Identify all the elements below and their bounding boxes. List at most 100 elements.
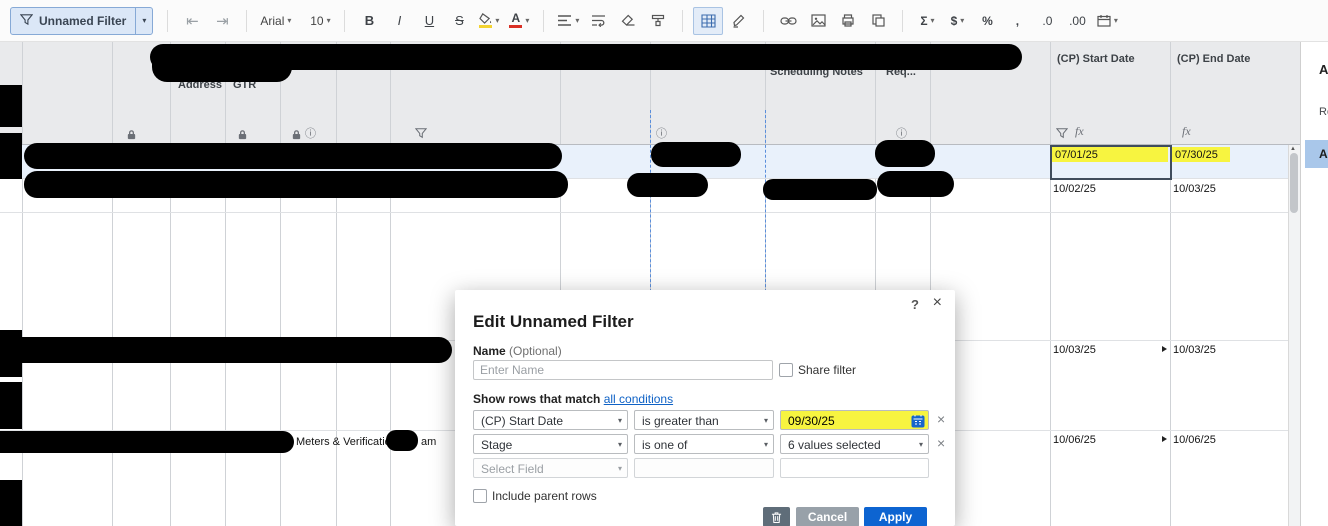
text-color-button[interactable]: A ▾: [505, 8, 533, 34]
match-conditions-label: Show rows that match all conditions: [473, 392, 674, 406]
calendar-icon[interactable]: [911, 414, 925, 434]
column-header-cp-start-date[interactable]: (CP) Start Date: [1057, 53, 1135, 65]
info-icon[interactable]: ⓘ: [896, 125, 907, 141]
toolbar-separator: [682, 9, 684, 32]
right-panel-selected-item[interactable]: A: [1305, 140, 1328, 168]
align-button[interactable]: ▾: [554, 8, 582, 34]
right-panel-item[interactable]: Re: [1319, 106, 1328, 118]
cancel-button[interactable]: Cancel: [796, 507, 859, 526]
italic-button[interactable]: I: [385, 8, 413, 34]
delete-filter-button[interactable]: [763, 507, 790, 526]
format-painter-button[interactable]: [644, 8, 672, 34]
grid-line: [170, 42, 171, 526]
clear-formatting-button[interactable]: [614, 8, 642, 34]
paste-special-button[interactable]: [864, 8, 892, 34]
name-label: Name (Optional): [473, 344, 562, 358]
calendar-icon: [1097, 15, 1111, 27]
redaction-bar: [0, 337, 452, 363]
cell-cp-start-date[interactable]: 10/03/25: [1053, 344, 1096, 356]
decrease-decimal-button[interactable]: .0: [1033, 8, 1061, 34]
column-filter-icon[interactable]: [1055, 126, 1069, 144]
include-parent-rows-label: Include parent rows: [492, 489, 597, 503]
unnamed-filter-button[interactable]: Unnamed Filter: [11, 8, 135, 34]
toolbar: Unnamed Filter ▾ ⇤ ⇥ Arial ▾ 10 ▾ B I U …: [0, 0, 1328, 42]
condition-operator-select[interactable]: is greater than ▾: [634, 410, 774, 430]
cell-text-fragment[interactable]: Meters & Verification: [296, 436, 397, 448]
insert-image-button[interactable]: [804, 8, 832, 34]
chevron-down-icon: ▾: [918, 440, 923, 449]
toolbar-separator: [344, 9, 346, 32]
cell-cp-end-date[interactable]: 10/03/25: [1173, 183, 1216, 195]
close-icon[interactable]: ×: [933, 294, 942, 312]
outdent-button[interactable]: ⇤: [178, 8, 206, 34]
cell-cp-end-date[interactable]: 10/03/25: [1173, 344, 1216, 356]
font-family-select[interactable]: Arial ▾: [257, 8, 294, 34]
thousands-separator-button[interactable]: ,: [1003, 8, 1031, 34]
filter-name-input[interactable]: [473, 360, 773, 380]
remove-condition-button[interactable]: ×: [937, 435, 945, 451]
grid-view-button[interactable]: [693, 6, 724, 35]
filter-dropdown-button[interactable]: ▾: [135, 7, 152, 34]
print-button[interactable]: [834, 8, 862, 34]
grid-line: [1170, 42, 1171, 526]
cell-cp-end-date[interactable]: 07/30/25: [1175, 149, 1218, 161]
bold-button[interactable]: B: [355, 8, 383, 34]
chevron-down-icon: ▾: [142, 16, 147, 25]
grid-icon: [701, 13, 716, 28]
highlight-changes-button[interactable]: [725, 8, 753, 34]
condition-field-select[interactable]: Select Field ▾: [473, 458, 628, 478]
dialog-title: Edit Unnamed Filter: [473, 312, 634, 331]
image-icon: [811, 14, 826, 27]
fill-color-button[interactable]: ▾: [475, 8, 503, 34]
fill-color-swatch: [479, 25, 493, 28]
cell-cp-start-date[interactable]: 07/01/25: [1055, 149, 1098, 161]
column-filter-icon[interactable]: [414, 126, 428, 144]
redaction-bar: [627, 173, 708, 197]
application-window: Unnamed Filter ▾ ⇤ ⇥ Arial ▾ 10 ▾ B I U …: [0, 0, 1328, 526]
toolbar-separator: [763, 9, 765, 32]
chevron-down-icon: ▾: [930, 16, 935, 25]
date-format-button[interactable]: ▾: [1093, 8, 1121, 34]
apply-button[interactable]: Apply: [864, 507, 927, 526]
insert-link-button[interactable]: [774, 8, 802, 34]
condition-field-select[interactable]: (CP) Start Date ▾: [473, 410, 628, 430]
currency-format-button[interactable]: $ ▾: [943, 8, 971, 34]
info-icon[interactable]: ⓘ: [305, 125, 316, 141]
cell-cp-start-date[interactable]: 10/06/25: [1053, 434, 1096, 446]
text-color-swatch: [509, 25, 523, 28]
sum-button[interactable]: Σ ▾: [913, 8, 941, 34]
column-header-cp-end-date[interactable]: (CP) End Date: [1177, 53, 1250, 65]
font-size-select[interactable]: 10 ▾: [306, 8, 334, 34]
wrap-text-button[interactable]: [584, 8, 612, 34]
cell-cp-start-date[interactable]: 10/02/25: [1053, 183, 1096, 195]
info-icon[interactable]: ⓘ: [656, 125, 667, 141]
condition-value-select[interactable]: 6 values selected ▾: [780, 434, 929, 454]
share-filter-checkbox[interactable]: [779, 363, 793, 377]
redaction-bar: [877, 171, 954, 197]
condition-value-date-input[interactable]: 09/30/25: [780, 410, 929, 430]
scrollbar-thumb[interactable]: [1290, 153, 1298, 213]
indent-button[interactable]: ⇥: [208, 8, 236, 34]
grid-line: [22, 42, 23, 526]
strikethrough-button[interactable]: S: [445, 8, 473, 34]
increase-decimal-button[interactable]: .00: [1063, 8, 1091, 34]
condition-field-select[interactable]: Stage ▾: [473, 434, 628, 454]
underline-button[interactable]: U: [415, 8, 443, 34]
percent-format-button[interactable]: %: [973, 8, 1001, 34]
grid-line: [225, 42, 226, 526]
all-conditions-link[interactable]: all conditions: [604, 392, 673, 406]
redaction-bar: [0, 133, 22, 179]
redaction-bar: [651, 142, 741, 167]
redaction-bar: [0, 85, 22, 127]
condition-operator-select[interactable]: is one of ▾: [634, 434, 774, 454]
paint-bucket-icon: [479, 13, 493, 28]
include-parent-rows-checkbox[interactable]: [473, 489, 487, 503]
remove-condition-button[interactable]: ×: [937, 411, 945, 427]
condition-value-input: [780, 458, 929, 478]
scrollbar-up-arrow[interactable]: ▲: [1290, 146, 1296, 152]
cell-cp-end-date[interactable]: 10/06/25: [1173, 434, 1216, 446]
chevron-down-icon: ▾: [763, 440, 768, 449]
help-button[interactable]: ?: [911, 297, 919, 312]
cell-text-fragment[interactable]: am: [421, 436, 436, 448]
right-panel-item[interactable]: A: [1319, 62, 1328, 77]
